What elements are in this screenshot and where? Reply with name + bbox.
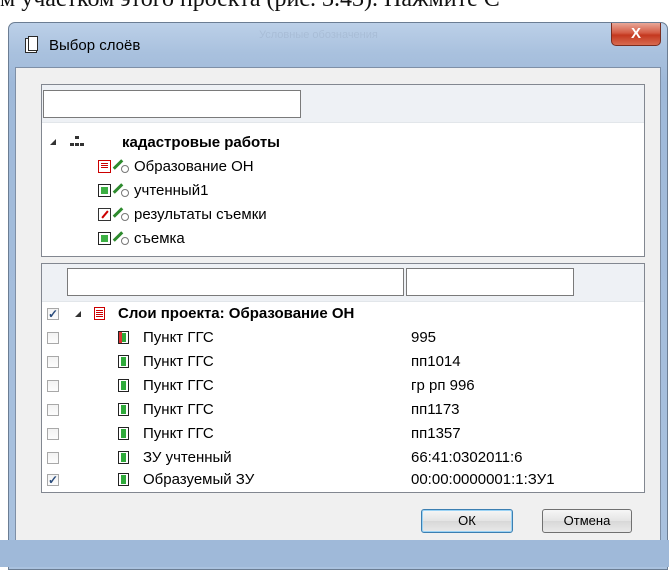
row-checkbox[interactable]	[47, 404, 59, 416]
layer-row[interactable]: ✓ Образуемый ЗУ 00:00:0000001:1:ЗУ1	[43, 468, 633, 491]
red-list-layer-icon	[98, 160, 111, 173]
layer-value: пп1014	[411, 353, 461, 370]
green-doc-icon	[118, 379, 129, 392]
layer-value: 66:41:0302011:6	[411, 449, 523, 466]
tree-root-label: кадастровые работы	[122, 134, 280, 151]
green-doc-icon	[118, 427, 129, 440]
layer-row[interactable]: ЗУ учтенный 66:41:0302011:6	[43, 446, 633, 469]
red-green-doc-icon	[118, 331, 129, 344]
layer-name: Пункт ГГС	[143, 377, 214, 394]
green-layer-icon	[98, 184, 111, 197]
green-doc-icon	[118, 403, 129, 416]
search-lens-icon	[121, 165, 129, 173]
layer-row[interactable]: Пункт ГГС гр рп 996	[43, 374, 633, 397]
search-lens-icon	[121, 213, 129, 221]
source-tree-panel: кадастровые работы Образование ОН учтенн…	[41, 84, 645, 257]
dialog-body: кадастровые работы Образование ОН учтенн…	[15, 67, 661, 562]
tree-item-label: учтенный1	[134, 182, 209, 199]
tree-item-label: результаты съемки	[134, 206, 267, 223]
search-lens-icon	[121, 237, 129, 245]
layer-name-filter-input[interactable]	[67, 268, 404, 296]
tree-item-rezultaty-semki[interactable]: результаты съемки	[98, 203, 398, 226]
row-checkbox[interactable]	[47, 332, 59, 344]
project-layers-header-row[interactable]: ✓ Слои проекта: Образование ОН	[43, 302, 633, 325]
search-lens-icon	[121, 189, 129, 197]
project-layers-panel: ✓ Слои проекта: Образование ОН Пункт ГГС…	[41, 263, 645, 493]
close-button[interactable]: X	[611, 23, 661, 46]
layer-name: Пункт ГГС	[143, 401, 214, 418]
collapse-triangle-icon[interactable]	[50, 139, 56, 145]
project-layers-icon	[94, 307, 105, 320]
tree-item-label: съемка	[134, 230, 185, 247]
tree-item-obrazovanie[interactable]: Образование ОН	[98, 155, 398, 178]
collapse-triangle-icon[interactable]	[75, 311, 81, 317]
tree-item-uchtenny1[interactable]: учтенный1	[98, 179, 398, 202]
ok-button[interactable]: ОК	[421, 509, 513, 533]
layer-row[interactable]: Пункт ГГС пп1173	[43, 398, 633, 421]
row-checkbox[interactable]	[47, 452, 59, 464]
cancel-button[interactable]: Отмена	[542, 509, 632, 533]
survey-layer-icon	[98, 208, 111, 221]
layer-name: ЗУ учтенный	[143, 449, 232, 466]
layer-row[interactable]: Пункт ГГС пп1357	[43, 422, 633, 445]
title-bar[interactable]: Выбор слоёв Условные обозначения X	[9, 23, 667, 67]
row-checkbox[interactable]	[47, 356, 59, 368]
layer-name: Пункт ГГС	[143, 329, 214, 346]
layer-row[interactable]: Пункт ГГС пп1014	[43, 350, 633, 373]
row-checkbox[interactable]	[47, 380, 59, 392]
layer-row[interactable]: Пункт ГГС 995	[43, 326, 633, 349]
green-doc-icon	[118, 473, 129, 486]
layer-value: 995	[411, 329, 437, 346]
tree-item-semka[interactable]: съемка	[98, 227, 398, 250]
green-doc-icon	[118, 355, 129, 368]
tree-root-row[interactable]: кадастровые работы	[50, 131, 350, 154]
layer-name: Образуемый ЗУ	[143, 471, 255, 488]
layer-value: пп1357	[411, 425, 461, 442]
dialog-title: Выбор слоёв	[49, 37, 141, 54]
layer-name: Пункт ГГС	[143, 353, 214, 370]
window-app-icon	[25, 36, 38, 53]
layer-value-filter-input[interactable]	[406, 268, 574, 296]
tree-filter-input[interactable]	[43, 90, 301, 118]
background-document-text: м участком этого проекта (рис. 3.43). На…	[0, 0, 669, 16]
row-checkbox-checked[interactable]: ✓	[47, 474, 59, 486]
layer-value: гр рп 996	[411, 377, 475, 394]
background-watermark-text: Условные обозначения	[259, 29, 378, 41]
row-checkbox[interactable]	[47, 428, 59, 440]
background-window-edge	[0, 540, 669, 567]
green-doc-icon	[118, 451, 129, 464]
green-layer-icon	[98, 232, 111, 245]
tree-item-label: Образование ОН	[134, 158, 254, 175]
layer-value: 00:00:0000001:1:ЗУ1	[411, 471, 555, 488]
project-layers-label: Слои проекта: Образование ОН	[118, 305, 355, 322]
header-checkbox[interactable]: ✓	[47, 308, 59, 320]
layer-value: пп1173	[411, 401, 460, 418]
layer-select-dialog: Выбор слоёв Условные обозначения X кадас…	[8, 22, 668, 570]
layer-name: Пункт ГГС	[143, 425, 214, 442]
hierarchy-icon	[70, 136, 84, 149]
